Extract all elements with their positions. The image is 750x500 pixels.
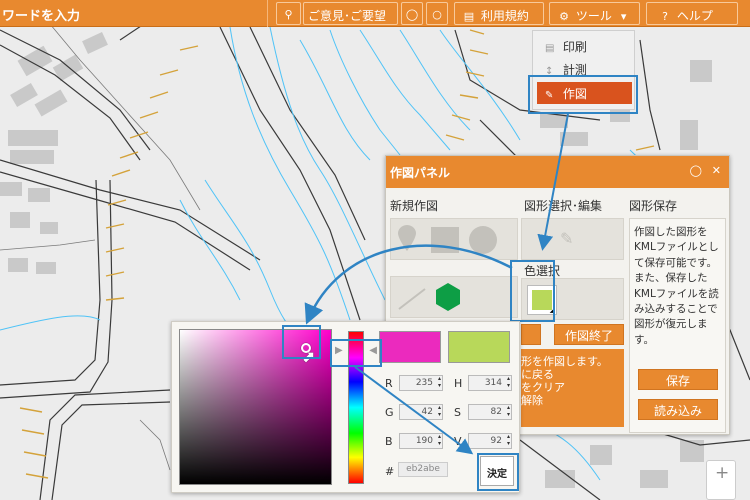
rectangle-tool-icon bbox=[431, 227, 459, 253]
line-tool-icon bbox=[398, 288, 426, 310]
save-panel: 作図した図形をKMLファイルとして保存可能です。また、保存したKMLファイルを読… bbox=[629, 218, 726, 433]
search-input[interactable]: ワードを入力 bbox=[0, 0, 268, 27]
panel-title: 作図パネル bbox=[390, 166, 451, 180]
callout-draw-menu bbox=[528, 75, 638, 114]
drawing-instructions: 形を作図します。 に戻る をクリア 解除 bbox=[521, 349, 624, 427]
instruction-line: をクリア bbox=[521, 381, 565, 394]
zoom-in-icon[interactable]: + bbox=[715, 463, 729, 483]
menu-item-print[interactable]: ▤ 印刷 bbox=[537, 35, 632, 57]
new-color-swatch bbox=[379, 331, 441, 363]
idea-button[interactable]: ◯ bbox=[401, 2, 423, 25]
instruction-line: 形を作図します。 bbox=[521, 355, 608, 368]
book-icon: ▤ bbox=[463, 10, 475, 23]
help-button[interactable]: ? ヘルプ bbox=[646, 2, 738, 25]
comment-icon: ○ bbox=[432, 8, 442, 21]
caret-down-icon: ▾ bbox=[620, 10, 627, 23]
search-button[interactable]: ⚲ bbox=[276, 2, 301, 25]
feedback-label: ご意見･ご要望 bbox=[308, 9, 387, 23]
instruction-line: に戻る bbox=[521, 368, 554, 381]
callout-hue-handle bbox=[330, 339, 382, 367]
select-edit-heading: 図形選択･編集 bbox=[524, 199, 603, 213]
search-icon: ⚲ bbox=[284, 8, 293, 21]
polygon-tool-icon bbox=[436, 283, 460, 311]
menu-item-label: 印刷 bbox=[562, 40, 587, 54]
shape-tools-row-2 bbox=[390, 276, 518, 318]
print-icon: ▤ bbox=[545, 43, 555, 54]
shape-tools-row bbox=[390, 218, 518, 260]
pencil-edit-icon: ✎ bbox=[560, 229, 574, 248]
chat-button[interactable]: ○ bbox=[426, 2, 448, 25]
hue-value[interactable]: 314 bbox=[468, 375, 512, 391]
tools-button[interactable]: ⚙ ツール ▾ bbox=[549, 2, 640, 25]
terms-button[interactable]: ▤ 利用規約 bbox=[454, 2, 544, 25]
panel-header: 作図パネル ◯ ✕ bbox=[386, 156, 729, 188]
orange-tab[interactable] bbox=[521, 324, 541, 345]
finish-drawing-button[interactable]: 作図終了 bbox=[554, 324, 624, 345]
blue-value[interactable]: 190 bbox=[399, 433, 443, 449]
new-drawing-heading: 新規作図 bbox=[390, 199, 439, 213]
green-value[interactable]: 42 bbox=[399, 404, 443, 420]
help-label: ヘルプ bbox=[676, 9, 713, 23]
old-color-swatch bbox=[448, 331, 510, 363]
terms-label: 利用規約 bbox=[480, 9, 529, 23]
callout-color-cursor bbox=[282, 325, 321, 359]
circle-tool-icon bbox=[469, 226, 497, 254]
callout-decide-button bbox=[477, 453, 519, 491]
load-button[interactable]: 読み込み bbox=[638, 399, 718, 420]
hex-value[interactable]: eb2abe bbox=[398, 462, 448, 477]
marker-tool-icon bbox=[398, 225, 416, 251]
hex-label: # bbox=[385, 465, 395, 478]
red-value[interactable]: 235 bbox=[399, 375, 443, 391]
save-shapes-heading: 図形保存 bbox=[629, 199, 678, 213]
saturation-value[interactable]: 82 bbox=[468, 404, 512, 420]
save-description: 作図した図形をKMLファイルとして保存可能です。また、保存したKMLファイルを読… bbox=[634, 226, 719, 346]
callout-color-select bbox=[510, 260, 555, 322]
tools-label: ツール bbox=[575, 9, 612, 23]
close-icon[interactable]: ✕ bbox=[712, 164, 721, 177]
zoom-control[interactable]: + bbox=[706, 460, 736, 500]
top-toolbar: ワードを入力 ⚲ ご意見･ご要望 ◯ ○ ▤ 利用規約 ⚙ ツール ▾ ? ヘル… bbox=[0, 0, 750, 27]
edit-tool-tile[interactable]: ✎ bbox=[521, 218, 624, 260]
feedback-button[interactable]: ご意見･ご要望 bbox=[303, 2, 398, 25]
lightbulb-icon: ◯ bbox=[405, 8, 419, 21]
save-button[interactable]: 保存 bbox=[638, 369, 718, 390]
search-placeholder: ワードを入力 bbox=[2, 9, 81, 24]
instruction-line: 解除 bbox=[521, 394, 543, 407]
pin-icon[interactable]: ◯ bbox=[690, 164, 702, 177]
question-icon: ? bbox=[662, 10, 668, 23]
brightness-value[interactable]: 92 bbox=[468, 433, 512, 449]
wrench-icon: ⚙ bbox=[559, 10, 569, 23]
